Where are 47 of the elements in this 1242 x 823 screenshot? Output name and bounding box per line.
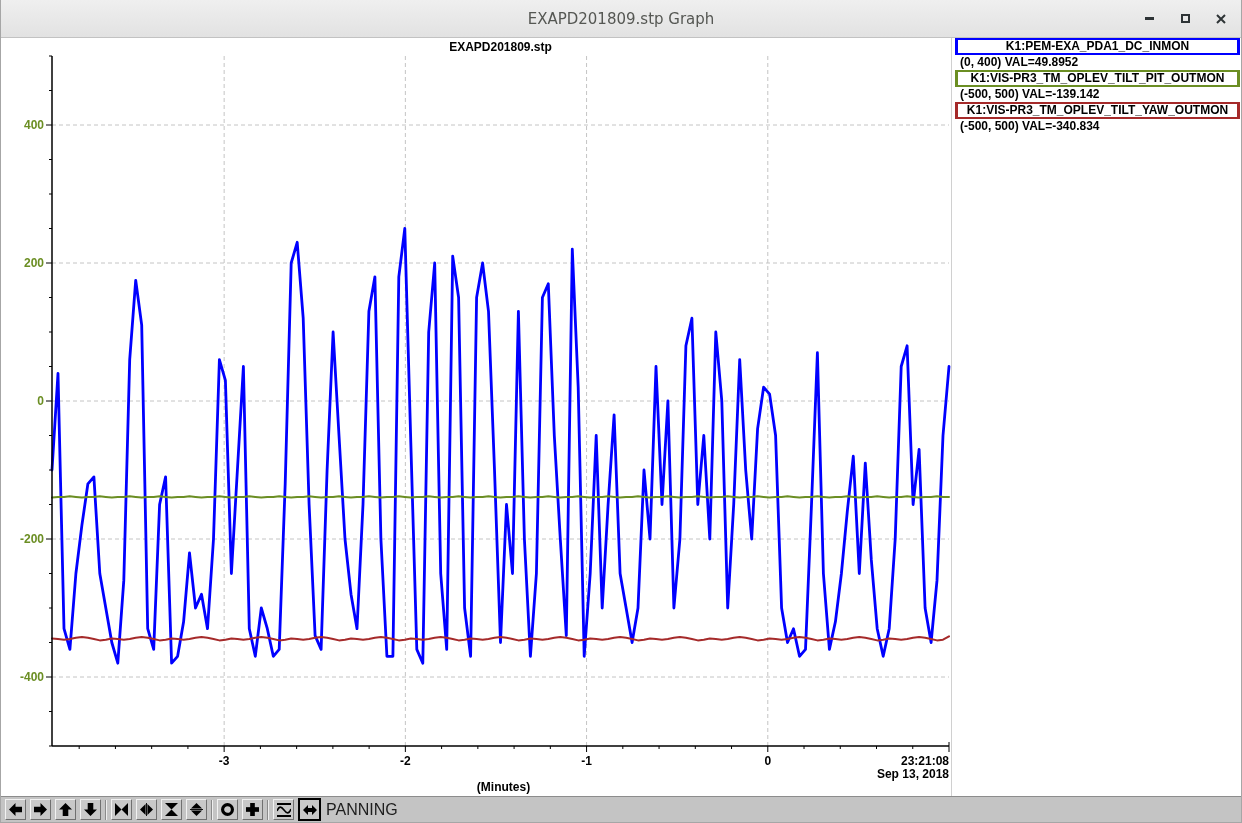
legend-channel-reading: (0, 400) VAL=49.8952: [959, 55, 1079, 70]
toolbar-button[interactable]: [136, 799, 157, 820]
legend-channel-reading: (-500, 500) VAL=-340.834: [959, 119, 1100, 134]
maximize-icon: [1180, 14, 1190, 23]
x-tick-label: -2: [400, 754, 411, 768]
y-tick-label: -400: [19, 670, 44, 684]
left-right-arrow-icon: [302, 804, 317, 815]
toolbar-button[interactable]: [5, 799, 26, 820]
y-tick-label: -200: [19, 532, 44, 546]
x-tick-label: -3: [218, 754, 230, 768]
up-arrow-icon: [59, 803, 72, 816]
toolbar-button[interactable]: [55, 799, 76, 820]
legend-channel-name[interactable]: K1:VIS-PR3_TM_OPLEV_TILT_PIT_OUTMON: [955, 70, 1240, 87]
toolbar-button[interactable]: [111, 799, 132, 820]
down-arrow-icon: [84, 803, 97, 816]
y-tick-label: 400: [23, 118, 44, 132]
toolbar-button[interactable]: [80, 799, 101, 820]
legend-channel-reading: (-500, 500) VAL=-139.142: [959, 87, 1100, 102]
toolbar-button[interactable]: [161, 799, 182, 820]
y-tick-label: 200: [23, 256, 44, 270]
legend-channel-name[interactable]: K1:VIS-PR3_TM_OPLEV_TILT_YAW_OUTMON: [955, 102, 1240, 119]
x-axis-label: (Minutes): [476, 780, 531, 794]
toolbar-button[interactable]: [242, 799, 263, 820]
mode-label: PANNING: [326, 800, 398, 819]
x-tick-label: 0: [764, 754, 772, 768]
y-tick-label: 0: [37, 394, 44, 408]
legend-channel-name[interactable]: K1:PEM-EXA_PDA1_DC_INMON: [955, 38, 1240, 55]
wave-icon: [276, 802, 291, 817]
inward-triangles-icon: [115, 803, 128, 816]
mode-button[interactable]: [298, 798, 321, 821]
toolbar-button[interactable]: [186, 799, 207, 820]
right-arrow-icon: [34, 803, 47, 816]
toolbar-button[interactable]: [217, 799, 238, 820]
date-label: Sep 13, 2018: [876, 767, 949, 781]
chart-title: EXAPD201809.stp: [449, 40, 552, 54]
outward-triangles-icon: [140, 803, 153, 816]
minimize-icon: [1144, 17, 1154, 20]
close-icon: [1216, 13, 1226, 24]
up-down-triangles-icon: [190, 803, 203, 816]
end-time-label: 23:21:08: [900, 754, 949, 768]
x-tick-label: -1: [581, 754, 592, 768]
window-title: EXAPD201809.stp Graph: [527, 9, 715, 28]
toolbar-button[interactable]: [30, 799, 51, 820]
ring-icon: [221, 803, 234, 816]
plus-icon: [246, 803, 259, 816]
left-arrow-icon: [9, 803, 22, 816]
hourglass-icon: [165, 803, 178, 816]
